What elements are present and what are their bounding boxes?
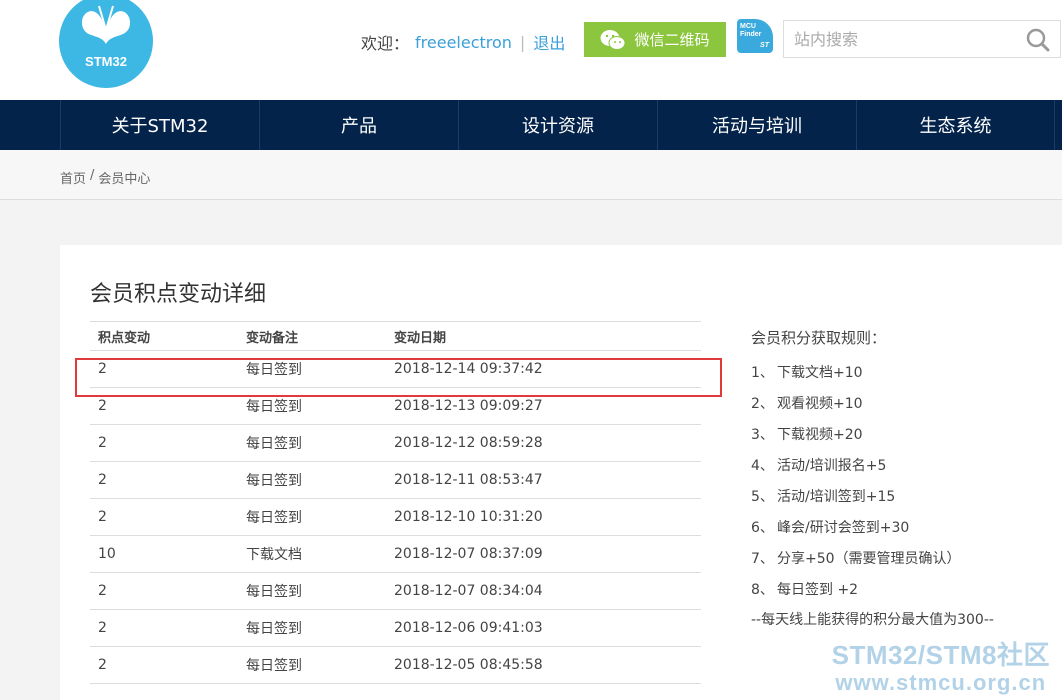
rule-text: 活动/培训报名+5 [777, 458, 887, 474]
page-title: 会员积点变动详细 [90, 282, 267, 307]
nav-item-ecosystem[interactable]: 生态系统 [856, 100, 1055, 150]
cell-points: 2 [98, 620, 107, 636]
wechat-icon [600, 29, 626, 50]
rule-text: 每日签到 +2 [777, 582, 859, 598]
breadcrumb: 首页 / 会员中心 [60, 168, 150, 187]
breadcrumb-current[interactable]: 会员中心 [98, 168, 150, 187]
rules-note: --每天线上能获得的积分最大值为300-- [751, 612, 994, 628]
rule-number: 1、 [751, 365, 774, 381]
rule-text: 观看视频+10 [777, 396, 863, 412]
rule-number: 7、 [751, 551, 774, 567]
cell-remark: 每日签到 [246, 510, 302, 526]
stm32-logo[interactable]: STM32 [59, 0, 153, 88]
st-brand-text: ST [760, 42, 769, 49]
cell-points: 10 [98, 546, 116, 562]
cell-date: 2018-12-05 08:45:58 [394, 657, 543, 673]
header-remark: 变动备注 [246, 330, 299, 346]
rule-text: 分享+50（需要管理员确认） [777, 551, 961, 567]
cell-date: 2018-12-13 09:09:27 [394, 398, 543, 414]
points-rules: 会员积分获取规则： 1、 下载文档+10 2、 观看视频+10 3、 下载视频+20 … [751, 327, 994, 633]
rule-item: 1、 下载文档+10 [751, 358, 994, 389]
cell-remark: 每日签到 [246, 621, 302, 637]
cell-remark: 每日签到 [246, 658, 302, 674]
search-icon[interactable] [1026, 28, 1050, 52]
search-input[interactable] [784, 21, 1014, 57]
wechat-qrcode-button[interactable]: 微信二维码 [584, 22, 726, 57]
rule-item: 4、 活动/培训报名+5 [751, 451, 994, 482]
mcu-finder-line1: MCU [740, 23, 756, 30]
member-points-panel: 会员积点变动详细 积点变动 变动备注 变动日期 2 每日签到 2018-12-1… [60, 245, 1062, 700]
cell-date: 2018-12-07 08:34:04 [394, 583, 543, 599]
table-row: 2 每日签到 2018-12-12 08:59:28 [90, 425, 701, 462]
cell-remark: 每日签到 [246, 584, 302, 600]
site-watermark: STM32/STM8社区 www.stmcu.org.cn [832, 640, 1050, 696]
rule-number: 2、 [751, 396, 774, 412]
rule-text: 下载文档+10 [777, 365, 863, 381]
cell-date: 2018-12-07 08:37:09 [394, 546, 543, 562]
rules-title: 会员积分获取规则： [751, 329, 887, 347]
site-search [783, 20, 1061, 58]
table-row: 2 每日签到 2018-12-05 08:45:58 [90, 647, 701, 684]
logout-link[interactable]: 退出 [533, 30, 565, 54]
welcome-separator: | [519, 32, 526, 52]
cell-remark: 每日签到 [246, 436, 302, 452]
mcu-finder-line2: Finder [740, 31, 762, 38]
cell-date: 2018-12-10 10:31:20 [394, 509, 543, 525]
rule-number: 4、 [751, 458, 774, 474]
cell-date: 2018-12-06 09:41:03 [394, 620, 543, 636]
wechat-label: 微信二维码 [634, 31, 710, 49]
rule-text: 活动/培训签到+15 [777, 489, 896, 505]
table-row: 2 每日签到 2018-12-07 08:34:04 [90, 573, 701, 610]
rule-item: 7、 分享+50（需要管理员确认） [751, 544, 994, 575]
butterfly-icon [81, 5, 131, 44]
breadcrumb-separator: / [90, 168, 95, 183]
logo-text: STM32 [85, 54, 127, 69]
main-nav: 关于STM32 产品 设计资源 活动与培训 生态系统 [0, 100, 1062, 150]
mcu-finder-icon[interactable]: MCU Finder ST [737, 19, 773, 53]
table-row: 2 每日签到 2018-12-06 09:41:03 [90, 610, 701, 647]
welcome-label: 欢迎： [361, 34, 410, 53]
rule-number: 5、 [751, 489, 774, 505]
nav-item-about[interactable]: 关于STM32 [60, 100, 259, 150]
cell-points: 2 [98, 435, 107, 451]
username-link[interactable]: freeelectron [415, 33, 512, 52]
cell-points: 2 [98, 657, 107, 673]
watermark-line1: STM32/STM8社区 [831, 640, 1050, 670]
cell-points: 2 [98, 509, 107, 525]
nav-item-events-training[interactable]: 活动与培训 [657, 100, 856, 150]
rule-text: 下载视频+20 [777, 427, 863, 443]
cell-remark: 每日签到 [246, 399, 302, 415]
rule-item: 8、 每日签到 +2 [751, 575, 994, 606]
rule-item: 6、 峰会/研讨会签到+30 [751, 513, 994, 544]
rule-text: 峰会/研讨会签到+30 [777, 520, 910, 536]
table-row: 2 每日签到 2018-12-10 10:31:20 [90, 499, 701, 536]
cell-points: 2 [98, 472, 107, 488]
site-header: STM32 欢迎： freeelectron | 退出 微信二维码 MCU Fi… [0, 0, 1062, 100]
watermark-line2: www.stmcu.org.cn [835, 670, 1047, 695]
rule-item: 3、 下载视频+20 [751, 420, 994, 451]
rule-item: 2、 观看视频+10 [751, 389, 994, 420]
rule-number: 3、 [751, 427, 774, 443]
rule-number: 8、 [751, 582, 774, 598]
table-row: 2 每日签到 2018-12-11 08:53:47 [90, 462, 701, 499]
header-date: 变动日期 [394, 330, 447, 346]
breadcrumb-bar: 首页 / 会员中心 [0, 150, 1062, 200]
welcome-area: 欢迎： freeelectron | 退出 [361, 30, 565, 54]
cell-remark: 每日签到 [246, 473, 302, 489]
breadcrumb-home[interactable]: 首页 [60, 168, 86, 187]
rule-number: 6、 [751, 520, 774, 536]
cell-points: 2 [98, 583, 107, 599]
cell-date: 2018-12-11 08:53:47 [394, 472, 543, 488]
header-points-change: 积点变动 [98, 330, 151, 346]
nav-item-design-resources[interactable]: 设计资源 [458, 100, 657, 150]
highlight-box [75, 358, 722, 397]
nav-item-products[interactable]: 产品 [259, 100, 458, 150]
cell-points: 2 [98, 398, 107, 414]
table-header: 积点变动 变动备注 变动日期 [90, 321, 701, 351]
cell-remark: 下载文档 [246, 547, 302, 563]
cell-date: 2018-12-12 08:59:28 [394, 435, 543, 451]
rule-item: 5、 活动/培训签到+15 [751, 482, 994, 513]
table-row: 10 下载文档 2018-12-07 08:37:09 [90, 536, 701, 573]
